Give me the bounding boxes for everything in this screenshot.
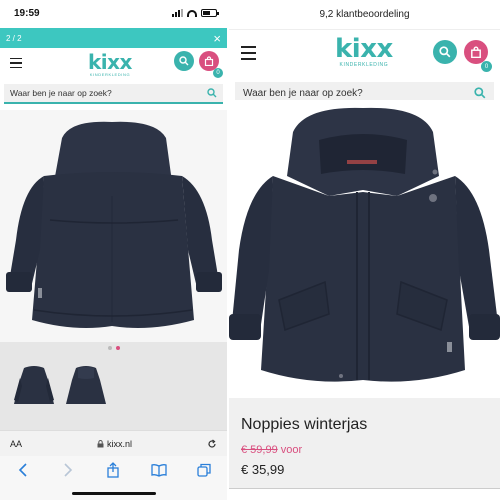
search-placeholder: Waar ben je naar op zoek? bbox=[10, 88, 112, 98]
search-button[interactable] bbox=[174, 51, 194, 71]
current-price: € 35,99 bbox=[241, 462, 285, 477]
text-size-button[interactable]: AA bbox=[10, 439, 22, 449]
old-price-suffix: voor bbox=[280, 444, 303, 456]
thumbnail-strip bbox=[0, 342, 227, 430]
old-price-value: € 59,99 bbox=[241, 444, 278, 456]
search-field[interactable]: Waar ben je naar op zoek? bbox=[4, 84, 223, 104]
search-icon[interactable] bbox=[207, 88, 217, 98]
thumbnail-front[interactable] bbox=[12, 364, 56, 415]
logo-wordmark: kixx bbox=[88, 50, 132, 74]
gallery-screen: 19:59 2 / 2 × kixx KINDERKLEDING 0 Waar … bbox=[0, 0, 227, 500]
logo-tagline: KINDERKLEDING bbox=[339, 62, 389, 68]
wifi-icon bbox=[187, 9, 197, 17]
bottom-bar bbox=[229, 488, 500, 500]
old-price: € 59,99 voor bbox=[241, 444, 488, 456]
cart-count-badge: 0 bbox=[481, 61, 492, 72]
lock-icon bbox=[97, 439, 104, 447]
carousel-dots bbox=[0, 342, 227, 354]
home-indicator bbox=[72, 492, 156, 495]
status-bar: 19:59 bbox=[0, 0, 227, 26]
site-logo[interactable]: kixx KINDERKLEDING bbox=[335, 34, 393, 68]
tabs-icon[interactable] bbox=[194, 462, 214, 478]
product-screen: 9,2 klantbeoordeling kixx KINDERKLEDING … bbox=[229, 0, 500, 500]
rating-banner: 9,2 klantbeoordeling bbox=[229, 0, 500, 30]
thumbnail-back[interactable] bbox=[64, 364, 108, 415]
gallery-close-button[interactable]: × bbox=[213, 32, 221, 45]
share-icon[interactable] bbox=[103, 462, 123, 478]
product-photo-front[interactable] bbox=[229, 100, 500, 398]
search-icon bbox=[179, 56, 189, 66]
logo-wordmark: kixx bbox=[335, 34, 393, 64]
jacket-back-image bbox=[6, 121, 222, 328]
battery-icon bbox=[201, 9, 219, 17]
forward-icon[interactable] bbox=[58, 462, 78, 478]
menu-icon[interactable] bbox=[10, 57, 22, 69]
carousel-dot-active[interactable] bbox=[115, 346, 120, 350]
rating-text: 9,2 klantbeoordeling bbox=[319, 9, 410, 20]
site-logo[interactable]: kixx KINDERKLEDING bbox=[88, 50, 132, 77]
gallery-header: 2 / 2 × bbox=[0, 28, 227, 48]
back-icon[interactable] bbox=[13, 462, 33, 478]
search-icon bbox=[439, 46, 451, 58]
jacket-front-image bbox=[229, 107, 500, 382]
product-photo-back[interactable] bbox=[0, 110, 227, 342]
shopping-bag-icon bbox=[204, 56, 214, 66]
gallery-counter: 2 / 2 bbox=[6, 33, 22, 43]
product-info: Noppies winterjas € 59,99 voor € 35,99 bbox=[229, 398, 500, 500]
search-icon[interactable] bbox=[474, 87, 486, 99]
bookmarks-icon[interactable] bbox=[149, 462, 169, 478]
screen: 19:59 2 / 2 × kixx KINDERKLEDING 0 Waar … bbox=[0, 0, 500, 500]
reload-icon[interactable] bbox=[207, 439, 217, 449]
site-header: kixx KINDERKLEDING 0 bbox=[229, 30, 500, 76]
search-placeholder: Waar ben je naar op zoek? bbox=[243, 87, 363, 99]
signal-icon bbox=[172, 9, 183, 17]
carousel-dot[interactable] bbox=[107, 346, 112, 350]
product-title: Noppies winterjas bbox=[241, 416, 368, 433]
logo-tagline: KINDERKLEDING bbox=[89, 72, 131, 77]
cart-count-badge: 0 bbox=[213, 68, 223, 78]
menu-icon[interactable] bbox=[241, 46, 256, 60]
status-time: 19:59 bbox=[14, 7, 40, 19]
search-button[interactable] bbox=[433, 40, 457, 64]
browser-address-bar[interactable]: AA kixx.nl bbox=[0, 430, 227, 456]
shopping-bag-icon bbox=[471, 46, 481, 58]
browser-url[interactable]: kixx.nl bbox=[107, 439, 132, 449]
